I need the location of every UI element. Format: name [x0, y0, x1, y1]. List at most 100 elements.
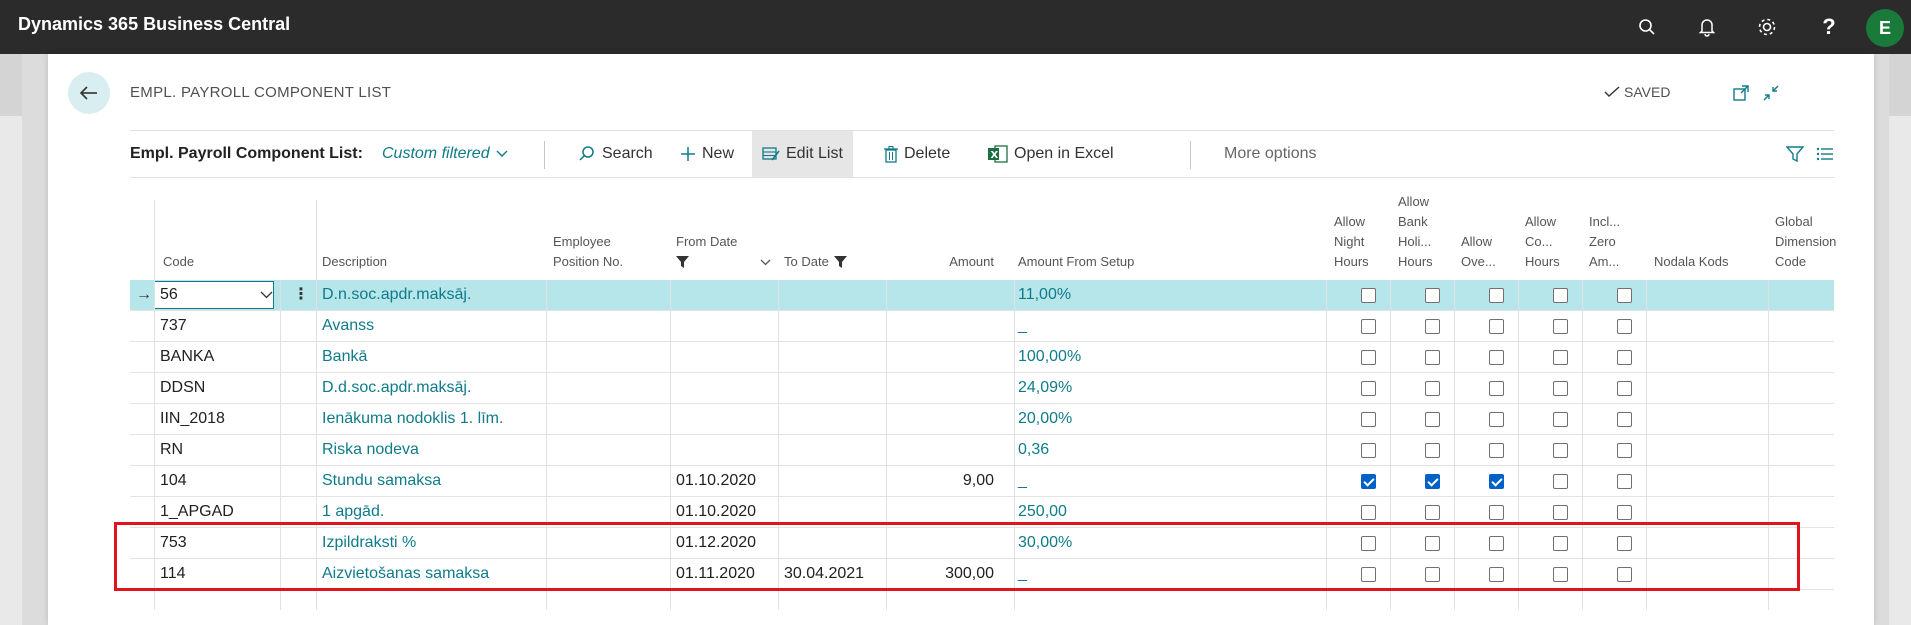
cell-code[interactable]: 104 [160, 466, 187, 496]
row-checkbox[interactable] [1361, 505, 1376, 520]
row-checkbox[interactable] [1489, 505, 1504, 520]
back-button[interactable] [68, 72, 110, 114]
row-checkbox[interactable] [1361, 412, 1376, 427]
table-row[interactable]: IIN_2018 Ienākuma nodoklis 1. līm. 20,00% [130, 404, 1834, 435]
filter-dropdown[interactable]: Custom filtered [382, 131, 508, 177]
list-view-icon[interactable] [1816, 131, 1834, 177]
col-amount-from-setup[interactable]: Amount From Setup [1018, 252, 1134, 272]
col-position[interactable]: Employee Position No. [553, 232, 623, 272]
row-checkbox[interactable] [1553, 474, 1568, 489]
cell-code[interactable]: RN [160, 435, 183, 465]
cell-amount[interactable] [890, 373, 994, 403]
cell-amount-from-setup[interactable]: 100,00% [1018, 342, 1081, 372]
row-checkbox[interactable] [1489, 350, 1504, 365]
help-icon[interactable]: ? [1816, 14, 1842, 40]
col-allow-night-hours[interactable]: Allow Night Hours [1334, 212, 1369, 272]
filter-pane-icon[interactable] [1786, 131, 1804, 177]
cell-code[interactable]: DDSN [160, 373, 205, 403]
row-checkbox[interactable] [1617, 288, 1632, 303]
col-from-date[interactable]: From Date [676, 232, 771, 272]
cell-amount[interactable] [890, 404, 994, 434]
cell-amount-from-setup[interactable]: 0,36 [1018, 435, 1049, 465]
row-checkbox[interactable] [1489, 288, 1504, 303]
edit-list-button[interactable]: Edit List [752, 131, 853, 177]
cell-amount-from-setup[interactable]: 20,00% [1018, 404, 1072, 434]
row-checkbox[interactable] [1489, 319, 1504, 334]
cell-code[interactable]: 56 [160, 280, 178, 310]
cell-description[interactable]: Riska nodeva [322, 435, 419, 465]
col-description[interactable]: Description [322, 252, 387, 272]
row-checkbox[interactable] [1553, 505, 1568, 520]
row-checkbox[interactable] [1361, 474, 1376, 489]
bell-icon[interactable] [1694, 14, 1720, 40]
col-nodala-kods[interactable]: Nodala Kods [1654, 252, 1728, 272]
row-checkbox[interactable] [1489, 381, 1504, 396]
row-checkbox[interactable] [1489, 474, 1504, 489]
delete-button[interactable]: Delete [884, 131, 950, 177]
cell-amount[interactable]: 9,00 [890, 466, 994, 496]
row-checkbox[interactable] [1425, 474, 1440, 489]
cell-amount[interactable] [890, 342, 994, 372]
chevron-down-icon[interactable] [260, 288, 273, 302]
row-checkbox[interactable] [1361, 288, 1376, 303]
cell-code[interactable]: BANKA [160, 342, 214, 372]
table-row[interactable]: → ⋮ 56 D.n.soc.apdr.maksāj. 11,00% [130, 280, 1834, 311]
cell-description[interactable]: Avanss [322, 311, 374, 341]
cell-code[interactable]: IIN_2018 [160, 404, 225, 434]
col-code[interactable]: Code [163, 252, 194, 272]
search-icon[interactable] [1634, 14, 1660, 40]
row-actions-icon[interactable]: ⋮ [293, 280, 309, 310]
row-checkbox[interactable] [1617, 381, 1632, 396]
open-in-excel-button[interactable]: X Open in Excel [988, 131, 1114, 177]
row-checkbox[interactable] [1425, 443, 1440, 458]
table-row[interactable]: 104 Stundu samaksa 01.10.2020 9,00 _ [130, 466, 1834, 497]
row-checkbox[interactable] [1553, 443, 1568, 458]
col-to-date[interactable]: To Date [784, 252, 847, 272]
cell-amount[interactable] [890, 435, 994, 465]
new-button[interactable]: New [680, 131, 734, 177]
row-checkbox[interactable] [1553, 319, 1568, 334]
table-row[interactable]: RN Riska nodeva 0,36 [130, 435, 1834, 466]
cell-description[interactable]: D.n.soc.apdr.maksāj. [322, 280, 471, 310]
row-checkbox[interactable] [1617, 412, 1632, 427]
cell-amount-from-setup[interactable]: _ [1018, 466, 1027, 496]
row-checkbox[interactable] [1361, 443, 1376, 458]
col-allow-overtime[interactable]: Allow Ove... [1461, 232, 1496, 272]
cell-description[interactable]: Ienākuma nodoklis 1. līm. [322, 404, 503, 434]
row-checkbox[interactable] [1361, 319, 1376, 334]
open-new-window-icon[interactable] [1730, 82, 1752, 104]
cell-description[interactable]: Bankā [322, 342, 367, 372]
col-amount[interactable]: Amount [910, 252, 994, 272]
row-checkbox[interactable] [1553, 381, 1568, 396]
cell-description[interactable]: D.d.soc.apdr.maksāj. [322, 373, 471, 403]
avatar[interactable]: E [1866, 9, 1904, 47]
cell-from-date[interactable]: 01.10.2020 [676, 466, 756, 496]
row-checkbox[interactable] [1361, 350, 1376, 365]
row-checkbox[interactable] [1425, 350, 1440, 365]
row-checkbox[interactable] [1425, 319, 1440, 334]
cell-amount-from-setup[interactable]: 11,00% [1018, 280, 1071, 310]
row-checkbox[interactable] [1489, 443, 1504, 458]
row-checkbox[interactable] [1617, 474, 1632, 489]
row-checkbox[interactable] [1425, 288, 1440, 303]
row-checkbox[interactable] [1553, 288, 1568, 303]
row-checkbox[interactable] [1361, 381, 1376, 396]
row-checkbox[interactable] [1617, 319, 1632, 334]
col-incl-zero-amount[interactable]: Incl... Zero Am... [1589, 212, 1620, 272]
row-checkbox[interactable] [1617, 443, 1632, 458]
row-checkbox[interactable] [1617, 350, 1632, 365]
gear-icon[interactable] [1754, 14, 1780, 40]
row-checkbox[interactable] [1425, 381, 1440, 396]
more-options-button[interactable]: More options [1224, 131, 1317, 177]
cell-amount[interactable] [890, 311, 994, 341]
cell-amount-from-setup[interactable]: _ [1018, 311, 1027, 341]
row-checkbox[interactable] [1425, 505, 1440, 520]
col-allow-co-hours[interactable]: Allow Co... Hours [1525, 212, 1560, 272]
cell-description[interactable]: Stundu samaksa [322, 466, 441, 496]
col-global-dimension-code[interactable]: Global Dimension Code [1775, 212, 1836, 272]
table-row[interactable]: DDSN D.d.soc.apdr.maksāj. 24,09% [130, 373, 1834, 404]
row-checkbox[interactable] [1553, 412, 1568, 427]
cell-amount[interactable] [890, 280, 994, 310]
table-row[interactable]: BANKA Bankā 100,00% [130, 342, 1834, 373]
row-checkbox[interactable] [1425, 412, 1440, 427]
